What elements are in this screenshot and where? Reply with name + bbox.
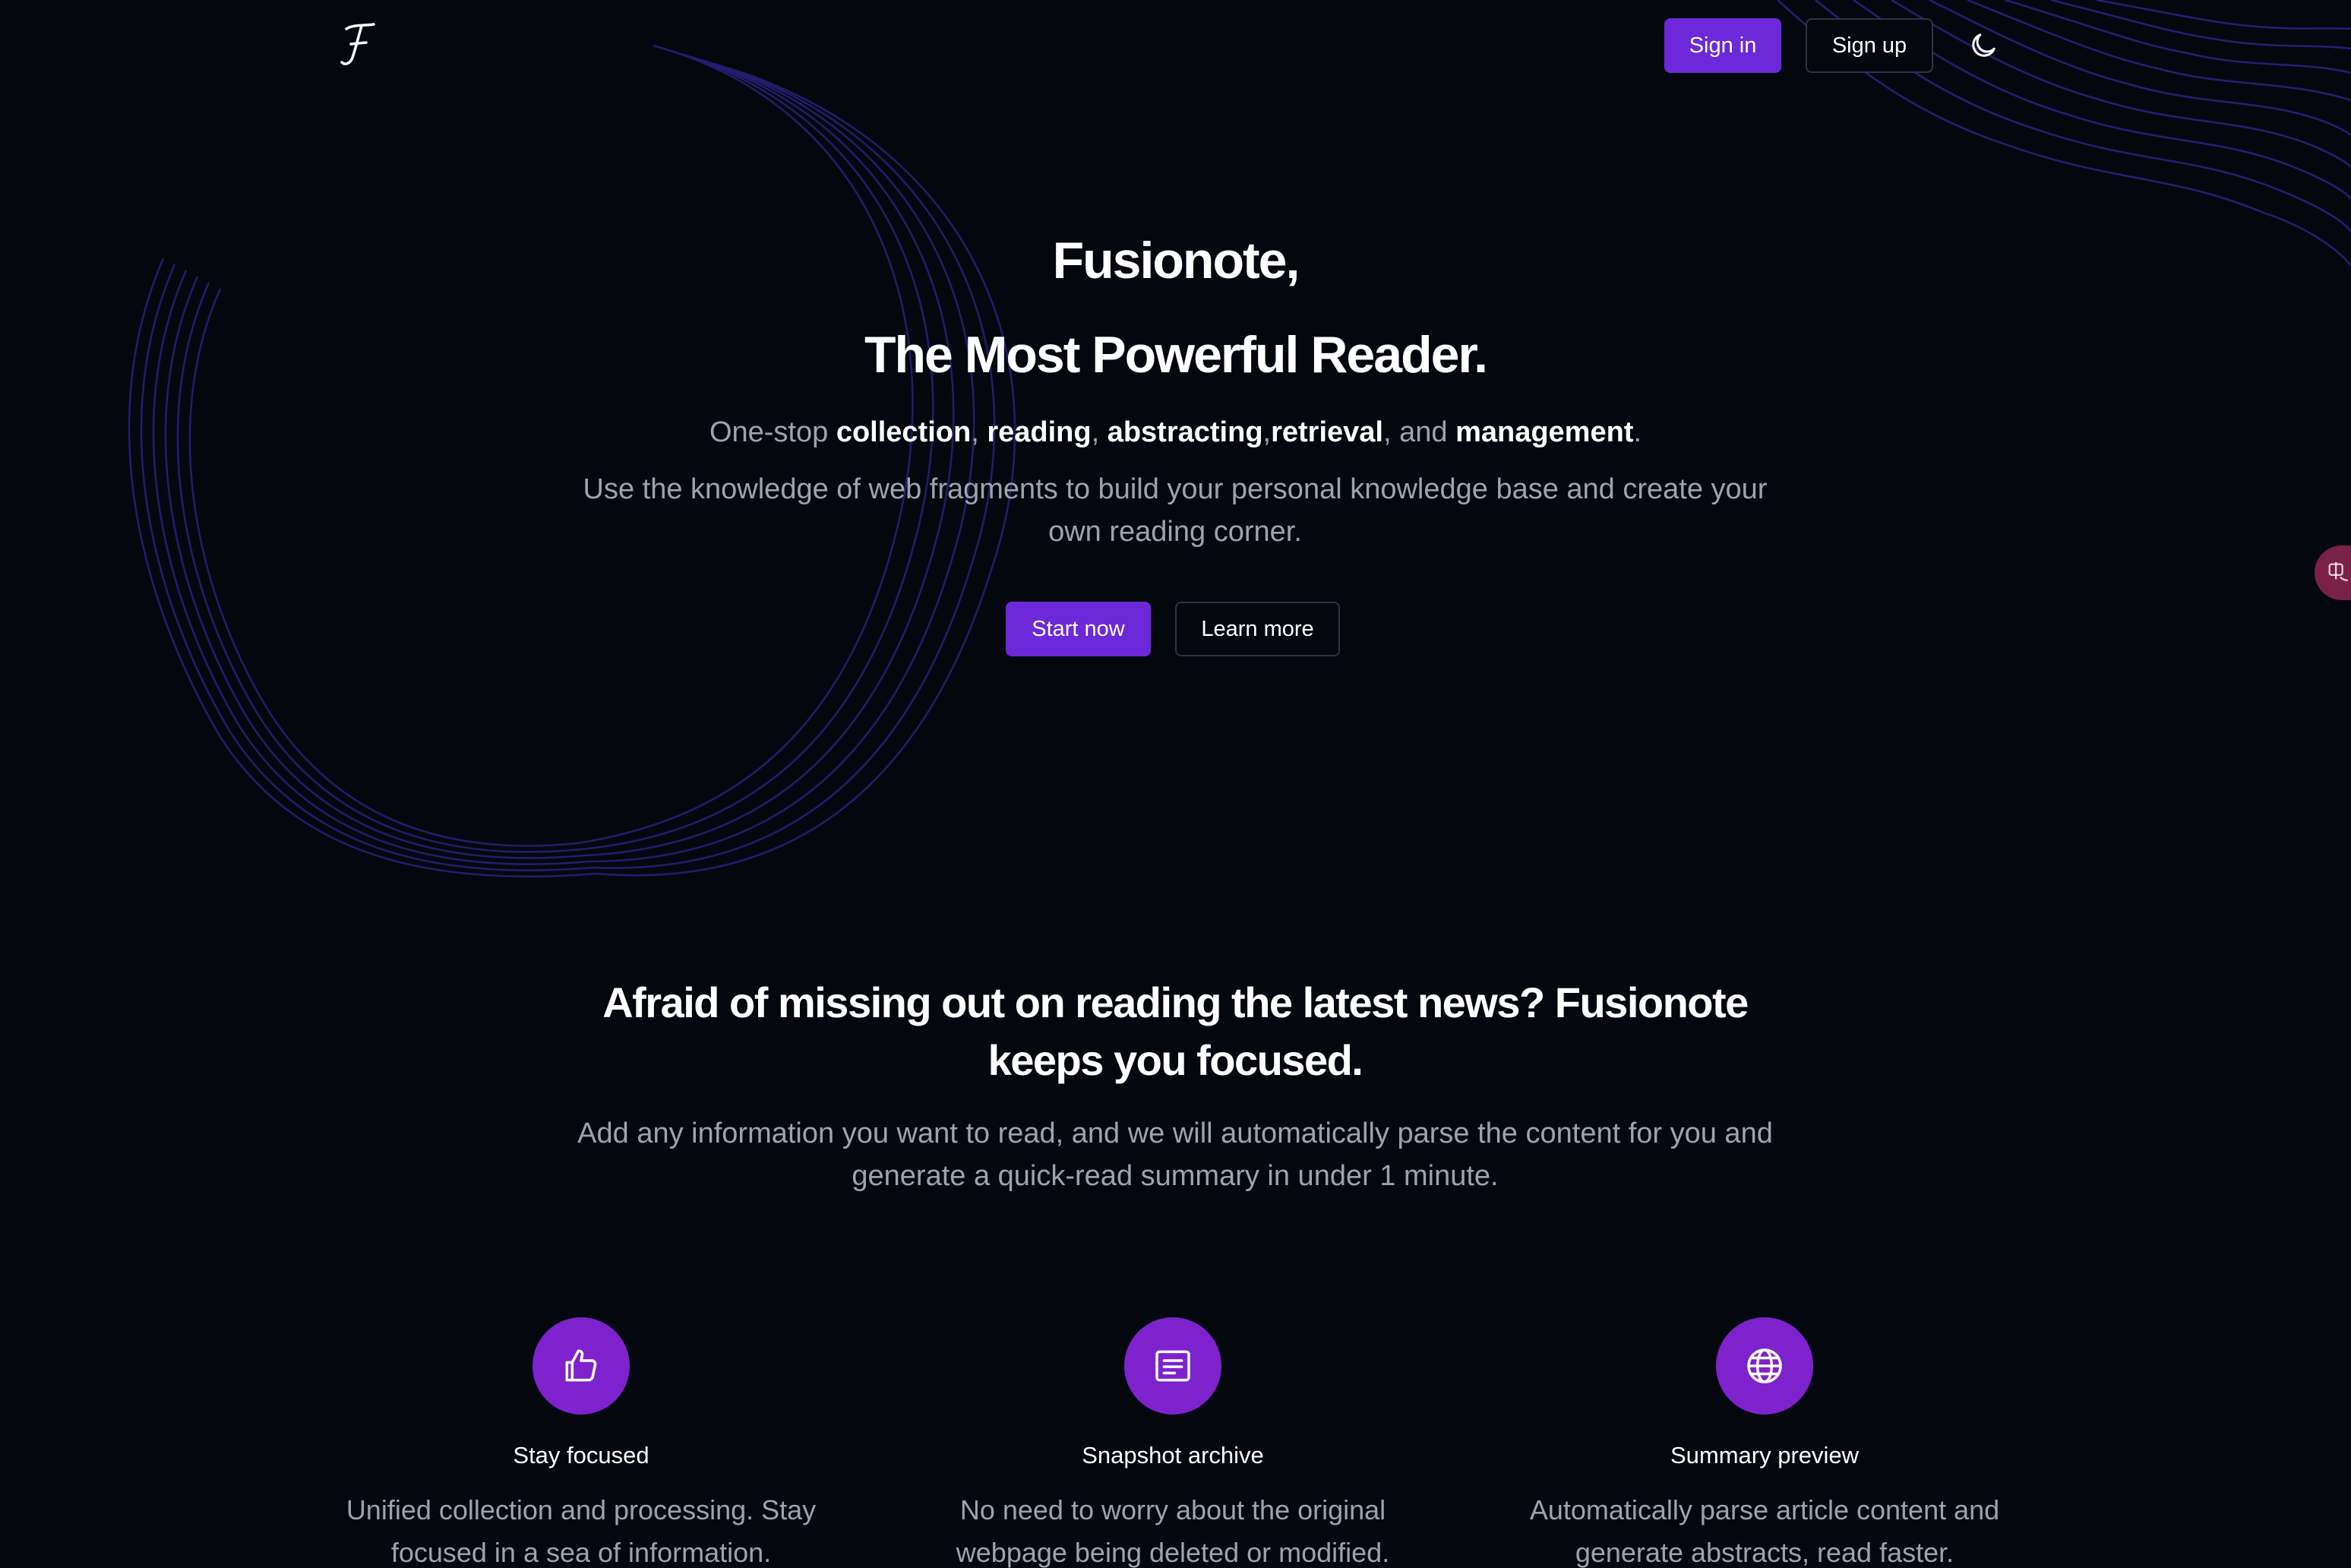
feature-title: Summary preview <box>1670 1442 1860 1468</box>
moon-icon <box>1972 33 1996 57</box>
hero-tagline: One-stop collection, reading, abstractin… <box>0 416 2351 449</box>
tagline-suffix: . <box>1633 416 1642 448</box>
logo-icon <box>340 23 375 65</box>
feature-icon-circle <box>1716 1317 1813 1415</box>
tagline-reading: reading <box>987 416 1092 448</box>
translate-widget[interactable] <box>2315 545 2351 600</box>
feature-icon-circle <box>532 1317 630 1415</box>
landing-page: Sign in Sign up Fusionote, The Most Powe… <box>0 0 2351 1568</box>
feature-icon-circle <box>1124 1317 1221 1415</box>
translate-icon <box>2328 561 2348 582</box>
feature-description: Automatically parse article content and … <box>1529 1494 2000 1568</box>
hero-title-line2: The Most Powerful Reader. <box>864 326 1488 384</box>
section-title: Afraid of missing out on reading the lat… <box>602 978 1749 1084</box>
feature-stay-focused: Stay focused Unified collection and proc… <box>292 1317 870 1568</box>
sign-in-button[interactable]: Sign in <box>1664 18 1781 73</box>
tagline-sep: , and <box>1382 416 1456 448</box>
tagline-sep: , <box>1091 416 1108 448</box>
hero-title-line1: Fusionote, <box>1052 232 1300 289</box>
feature-summary-preview: Summary preview Automatically parse arti… <box>1476 1317 2053 1568</box>
tagline-prefix: One-stop <box>709 416 836 448</box>
learn-more-button[interactable]: Learn more <box>1175 602 1340 656</box>
thumbs-up-icon <box>565 1349 597 1382</box>
feature-title: Snapshot archive <box>1082 1442 1264 1468</box>
feature-description: No need to worry about the original webp… <box>956 1494 1390 1568</box>
start-now-button[interactable]: Start now <box>1006 602 1151 656</box>
section-description: Add any information you want to read, an… <box>577 1118 1773 1192</box>
feature-description: Unified collection and processing. Stay … <box>346 1494 817 1568</box>
tagline-collection: collection <box>836 416 972 448</box>
tagline-sep: , <box>1262 416 1272 448</box>
tagline-retrieval: retrieval <box>1271 416 1383 448</box>
tagline-abstracting: abstracting <box>1107 416 1263 448</box>
hero-description: Use the knowledge of web fragments to bu… <box>583 473 1768 548</box>
theme-toggle-button[interactable] <box>1965 27 2002 64</box>
fusionote-logo[interactable] <box>334 20 380 70</box>
tagline-management: management <box>1455 416 1634 448</box>
feature-title: Stay focused <box>513 1442 649 1468</box>
tagline-sep: , <box>971 416 987 448</box>
document-icon <box>1155 1350 1190 1382</box>
feature-snapshot-archive: Snapshot archive No need to worry about … <box>884 1317 1461 1568</box>
globe-icon <box>1747 1348 1782 1383</box>
sign-up-button[interactable]: Sign up <box>1806 18 1933 73</box>
